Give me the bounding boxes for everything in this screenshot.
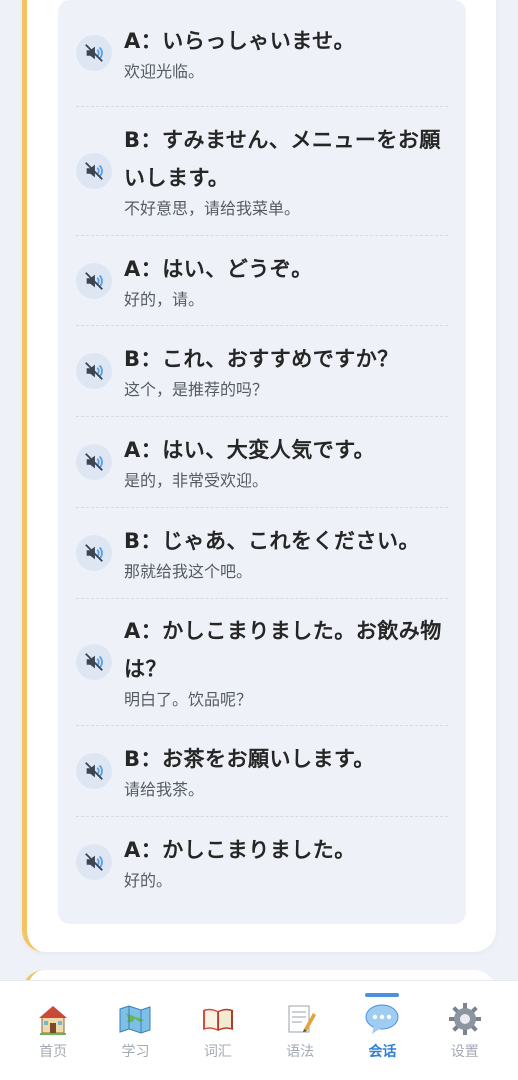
speaker-play-button[interactable] xyxy=(76,353,112,389)
speech-bubble-icon xyxy=(365,1004,399,1034)
dialogue-line: B：じゃあ、これをください。 那就给我这个吧。 xyxy=(76,508,448,599)
tab-label: 学习 xyxy=(121,1044,150,1060)
chinese-translation: 是的，非常受欢迎。 xyxy=(124,471,269,490)
chinese-translation: 不好意思，请给我菜单。 xyxy=(124,199,301,218)
japanese-line: B：じゃあ、これをください。 xyxy=(124,529,421,553)
dialogue-list: A：いらっしゃいませ。 欢迎光临。 B：すみません、メニューをお願いします。 不… xyxy=(58,0,466,924)
dialogue-line: A：かしこまりました。 好的。 xyxy=(76,817,448,907)
chinese-translation: 好的。 xyxy=(124,871,173,890)
gear-icon xyxy=(448,1003,481,1035)
dialogue-line: A：はい、大変人気です。 是的，非常受欢迎。 xyxy=(76,417,448,508)
speaker-icon xyxy=(85,853,103,871)
tab-label: 设置 xyxy=(450,1044,479,1060)
japanese-line: B：これ、おすすめですか？ xyxy=(124,347,399,371)
tab-learn[interactable]: 学习 xyxy=(95,981,175,1061)
bottom-tab-bar: 首页 学习 词汇 语法 会话 设置 xyxy=(0,980,518,1080)
tab-vocabulary[interactable]: 词汇 xyxy=(178,981,258,1061)
speaker-play-button[interactable] xyxy=(76,844,112,880)
japanese-line: A：いらっしゃいませ。 xyxy=(124,29,356,53)
japanese-line: A：かしこまりました。お飲み物は？ xyxy=(124,619,442,681)
speaker-icon xyxy=(85,762,103,780)
tab-label: 会话 xyxy=(368,1044,397,1060)
chinese-translation: 明白了。饮品呢？ xyxy=(124,690,253,709)
speaker-icon xyxy=(85,162,103,180)
speaker-icon xyxy=(85,44,103,62)
speaker-play-button[interactable] xyxy=(76,753,112,789)
chinese-translation: 欢迎光临。 xyxy=(124,62,205,81)
chinese-translation: 好的，请。 xyxy=(124,289,205,309)
tab-label: 语法 xyxy=(286,1044,315,1060)
speaker-play-button[interactable] xyxy=(76,35,112,71)
chinese-translation: 请给我茶。 xyxy=(124,780,205,799)
speaker-icon xyxy=(85,362,103,380)
speaker-play-button[interactable] xyxy=(76,153,112,189)
japanese-line: A：はい、大変人気です。 xyxy=(124,438,376,462)
japanese-line: A：はい、どうぞ。 xyxy=(124,256,313,281)
book-icon xyxy=(202,1008,233,1031)
tab-active-indicator xyxy=(365,993,400,997)
dialogue-line: A：いらっしゃいませ。 欢迎光临。 xyxy=(76,0,448,107)
map-icon xyxy=(119,1005,151,1034)
speaker-icon xyxy=(85,271,103,290)
japanese-line: B：すみません、メニューをお願いします。 xyxy=(124,128,441,190)
conversation-page: A：いらっしゃいませ。 欢迎光临。 B：すみません、メニューをお願いします。 不… xyxy=(0,0,518,1080)
speaker-play-button[interactable] xyxy=(76,644,112,680)
memo-icon xyxy=(288,1005,317,1033)
speaker-play-button[interactable] xyxy=(76,262,112,299)
chinese-translation: 那就给我这个吧。 xyxy=(124,562,253,581)
chinese-translation: 这个，是推荐的吗？ xyxy=(124,380,269,399)
speaker-play-button[interactable] xyxy=(76,444,112,480)
speaker-icon xyxy=(85,453,103,471)
tab-conversation[interactable]: 会话 xyxy=(342,981,422,1061)
dialogue-line: A：はい、どうぞ。 好的，请。 xyxy=(76,236,448,326)
tab-grammar[interactable]: 语法 xyxy=(260,981,340,1061)
speaker-icon xyxy=(85,544,103,562)
tab-label: 词汇 xyxy=(203,1044,232,1060)
speaker-icon xyxy=(85,653,103,671)
dialogue-line: B：これ、おすすめですか？ 这个，是推荐的吗？ xyxy=(76,326,448,417)
japanese-line: A：かしこまりました。 xyxy=(124,838,356,862)
house-icon xyxy=(39,1006,68,1035)
tab-home[interactable]: 首页 xyxy=(13,981,93,1061)
japanese-line: B：お茶をお願いします。 xyxy=(124,747,375,771)
tab-label: 首页 xyxy=(39,1044,68,1060)
tab-settings[interactable]: 设置 xyxy=(425,981,505,1061)
dialogue-line: B：すみません、メニューをお願いします。 不好意思，请给我菜单。 xyxy=(76,107,448,236)
dialogue-line: B：お茶をお願いします。 请给我茶。 xyxy=(76,726,448,817)
dialogue-line: A：かしこまりました。お飲み物は？ 明白了。饮品呢？ xyxy=(76,599,448,726)
speaker-play-button[interactable] xyxy=(76,535,112,571)
